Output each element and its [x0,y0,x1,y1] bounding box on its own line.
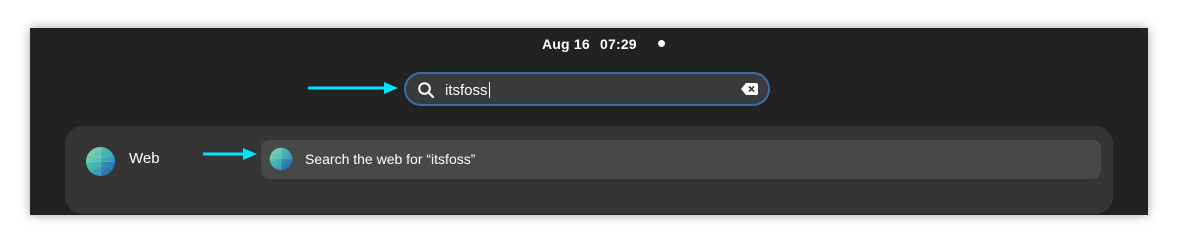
provider-label: Web [129,150,160,167]
web-browser-globe-icon [269,147,293,171]
notification-dot-icon [658,40,665,47]
search-results-panel: Web Search the web for “itsfoss” [65,126,1113,214]
date-time-clock[interactable]: Aug 16 07:29 [542,36,637,52]
clock-time: 07:29 [599,36,637,52]
annotation-arrow-icon [203,148,257,160]
search-result-item[interactable]: Search the web for “itsfoss” [261,140,1101,179]
search-result-label: Search the web for “itsfoss” [305,151,476,167]
search-input-value: itsfoss [445,82,490,99]
text-caret [488,82,490,98]
search-icon [418,82,435,99]
search-input[interactable]: itsfoss [404,72,770,106]
gnome-overview-screen: Aug 16 07:29 itsfoss Web Search the web … [30,28,1148,215]
web-browser-globe-icon [85,146,116,177]
top-bar: Aug 16 07:29 [30,28,1148,60]
clear-text-icon[interactable] [741,83,758,95]
annotation-arrow-icon [308,82,398,94]
clock-date: Aug 16 [542,36,590,52]
